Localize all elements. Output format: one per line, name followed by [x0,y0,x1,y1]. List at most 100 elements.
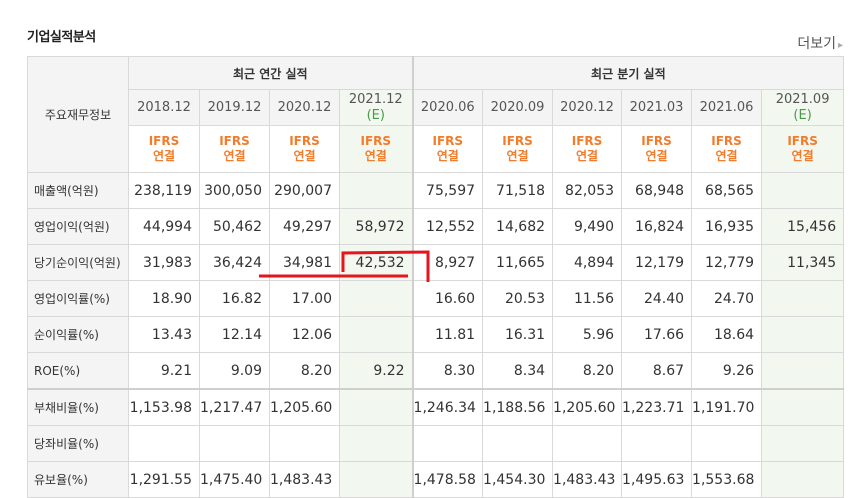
estimate-flag: (E) [366,107,385,123]
ifrs-badge: IFRS 연결 [621,125,693,173]
period-label: 2020.12 [277,100,332,115]
value-cell: 16.31 [482,316,554,353]
period-header: 2021.09 (E) [761,89,845,126]
value-cell [761,425,845,462]
value-cell: 8.30 [411,352,484,390]
consolidated-label: 연결 [436,149,459,163]
value-cell: 13.43 [128,316,200,353]
period-label: 2020.06 [420,100,475,115]
row-label: 순이익률(%) [27,316,129,353]
section-title: 기업실적분석 [27,30,96,45]
value-cell: 9,490 [552,208,623,245]
value-cell: 12.14 [199,316,270,353]
value-cell: 8.20 [269,352,340,390]
value-cell: 11.81 [411,316,484,353]
value-cell: 9.22 [338,352,414,390]
ifrs-label: IFRS [148,134,180,148]
label-column-header: 주요재무정보 [27,56,129,173]
period-label: 2021.12 [348,91,403,107]
period-header: 2020.09 [482,89,554,126]
value-cell: 1,191.70 [691,388,763,426]
value-cell [338,388,414,426]
ifrs-badge: IFRS 연결 [411,125,484,173]
value-cell: 71,518 [482,172,554,209]
value-cell: 1,188.56 [482,388,554,426]
value-cell: 16,824 [621,208,693,245]
row-label: ROE(%) [27,352,129,390]
row-label: 당좌비율(%) [27,425,129,462]
table-row: 유보율(%) 1,291.55 1,475.40 1,483.43 1,478.58 1,… [27,461,845,498]
value-cell: 68,948 [621,172,693,209]
value-cell: 1,495.63 [621,461,693,498]
table-row: 부채비율(%) 1,153.98 1,217.47 1,205.60 1,246.34 1… [27,388,845,426]
ifrs-badge: IFRS 연결 [761,125,845,173]
value-cell: 16.82 [199,280,270,317]
period-header: 2020.12 [552,89,623,126]
ifrs-badge: IFRS 연결 [269,125,340,173]
row-label: 매출액(억원) [27,172,129,209]
value-cell [128,425,200,462]
ifrs-badge: IFRS 연결 [128,125,200,173]
value-cell: 50,462 [199,208,270,245]
ifrs-label: IFRS [289,134,320,148]
more-link-label: 더보기 [797,36,836,52]
value-cell: 238,119 [128,172,200,209]
chevron-right-icon: ▸ [837,40,843,51]
value-cell: 17.66 [621,316,693,353]
ifrs-header-row: IFRS 연결 IFRS 연결 IFRS 연결 IFRS 연결 IFRS 연결 IFRS 연결 IFRS… [28,125,845,173]
value-cell [761,461,845,498]
value-cell [761,280,845,317]
value-cell [338,461,414,498]
more-link[interactable]: 더보기 ▸ [797,33,843,53]
ifrs-label: IFRS [502,134,533,148]
period-header: 2021.06 [691,89,763,126]
ifrs-badge: IFRS 연결 [552,125,623,173]
consolidated-label: 연결 [152,149,176,163]
value-cell [269,425,340,462]
value-cell: 8,927 [411,244,484,281]
value-cell: 16,935 [691,208,763,245]
value-cell: 36,424 [199,244,270,281]
value-cell: 17.00 [269,280,340,317]
period-header: 2021.03 [621,89,693,126]
estimate-flag: (E) [793,107,812,123]
value-cell: 12,179 [621,244,693,281]
value-cell: 9.09 [199,352,270,390]
row-label: 당기순이익(억원) [27,244,129,281]
value-cell: 8.34 [482,352,554,390]
value-cell: 8.20 [552,352,623,390]
table-row: 매출액(억원) 238,119 300,050 290,007 75,597 71,518… [27,172,845,209]
period-label: 2021.03 [629,100,684,115]
ifrs-badge: IFRS 연결 [691,125,763,173]
value-cell: 1,483.43 [552,461,623,498]
value-cell [482,425,554,462]
consolidated-label: 연결 [506,149,529,163]
group-header-row: 주요재무정보 최근 연간 실적 최근 분기 실적 [27,56,845,173]
period-header: 2018.12 [128,89,200,126]
ifrs-badge: IFRS 연결 [338,125,414,173]
value-cell: 1,205.60 [552,388,623,426]
row-label: 유보율(%) [27,461,129,498]
value-cell: 20.53 [482,280,554,317]
value-cell: 24.40 [621,280,693,317]
value-cell: 1,291.55 [128,461,200,498]
value-cell: 82,053 [552,172,623,209]
consolidated-label: 연결 [791,149,814,163]
value-cell: 31,983 [128,244,200,281]
value-cell: 1,483.43 [269,461,340,498]
period-header-row: 2018.12 2019.12 2020.12 2021.12 (E) 2020.06 20… [28,89,845,126]
value-cell: 58,972 [338,208,414,245]
value-cell: 68,565 [691,172,763,209]
consolidated-label: 연결 [364,149,387,163]
row-label: 부채비율(%) [27,388,129,426]
consolidated-label: 연결 [645,149,668,163]
ifrs-label: IFRS [787,134,818,148]
ifrs-label: IFRS [711,134,742,148]
ifrs-label: IFRS [432,134,464,148]
table-row: 당기순이익(억원) 31,983 36,424 34,981 42,532 8,927 11… [27,244,845,281]
value-cell: 5.96 [552,316,623,353]
value-cell [761,172,845,209]
table-row: 영업이익률(%) 18.90 16.82 17.00 16.60 20.53 11.56 24… [27,280,845,317]
value-cell: 1,205.60 [269,388,340,426]
consolidated-label: 연결 [715,149,738,163]
